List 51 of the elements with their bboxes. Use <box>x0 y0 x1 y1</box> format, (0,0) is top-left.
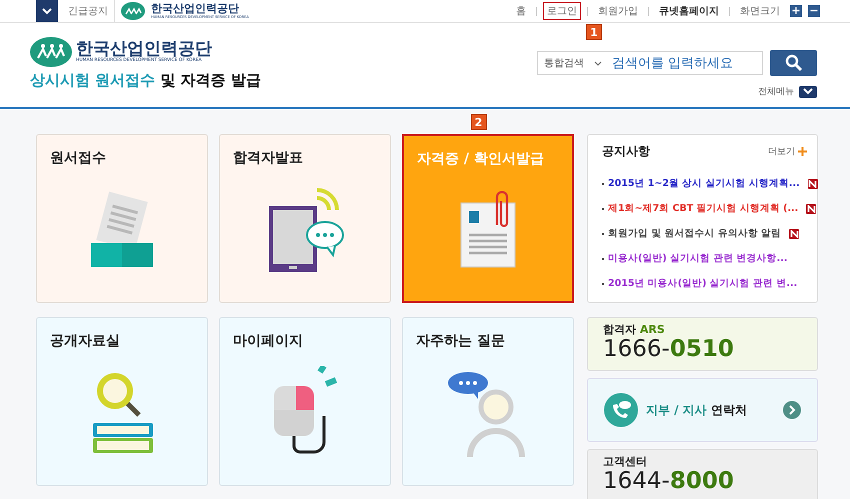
phone-number: 1666-0510 <box>603 337 735 362</box>
notice-link[interactable]: 2015년 미용사(일반) 실기시험 관련 변... <box>608 277 798 290</box>
top-link[interactable]: 로그인 <box>543 2 581 20</box>
menu-tile[interactable]: 마이페이지 <box>219 317 391 486</box>
notice-title: 공지사항 <box>602 143 650 160</box>
logo-icon <box>30 37 72 67</box>
tile-title: 마이페이지 <box>233 332 304 350</box>
tile-title: 공개자료실 <box>50 332 121 350</box>
customer-center-label: 고객센터 <box>603 454 648 469</box>
search-button[interactable] <box>770 50 817 76</box>
chevron-down-icon <box>42 8 52 14</box>
arrow-right-icon <box>783 401 801 419</box>
plus-icon <box>798 147 807 156</box>
notice-link[interactable]: 제1회~제7회 CBT 필기시험 시행계획 (... <box>608 202 798 215</box>
tile-title: 자격증 / 확인서발급 <box>417 150 545 168</box>
menu-tile[interactable]: 공개자료실 <box>36 317 208 486</box>
full-menu-label[interactable]: 전체메뉴 <box>758 85 794 98</box>
full-menu-button[interactable] <box>799 86 817 98</box>
phone-chat-icon <box>604 393 638 427</box>
branch-contact-label: 지부 / 지사 연락처 <box>646 402 748 418</box>
zoom-in-button[interactable]: + <box>790 5 802 17</box>
search-scope-dropdown[interactable]: 통합검색 <box>538 56 610 70</box>
phone-number: 1644-8000 <box>603 469 735 494</box>
chevron-down-icon <box>803 88 813 95</box>
menu-tile[interactable]: 합격자발표 <box>219 134 391 303</box>
notice-link[interactable]: 긴급공지 <box>68 4 108 18</box>
search-field[interactable]: 통합검색 검색어를 입력하세요 <box>537 51 763 75</box>
caret-icon <box>594 60 602 66</box>
branch-contact-panel[interactable]: 지부 / 지사 연락처 <box>587 378 818 442</box>
top-link[interactable]: 큐넷홈페이지 <box>655 2 723 20</box>
zoom-label: 화면크기 <box>739 5 781 19</box>
top-link[interactable]: 홈 <box>512 2 530 20</box>
tile-title: 원서접수 <box>50 149 107 167</box>
callout-badge: 1 <box>586 24 602 40</box>
logo-text: 한국산업인력공단 <box>151 2 240 15</box>
menu-tile[interactable]: 자주하는 질문 <box>402 317 574 486</box>
menu-tile[interactable]: 원서접수 <box>36 134 208 303</box>
page-title: 상시시험 원서접수 및 자격증 발급 <box>30 71 261 90</box>
ars-label: 합격자 ARS <box>603 322 666 337</box>
tile-title: 합격자발표 <box>233 149 304 167</box>
top-link[interactable]: 회원가입 <box>594 2 642 20</box>
dropdown-button[interactable] <box>36 0 58 22</box>
tile-title: 자주하는 질문 <box>416 332 506 350</box>
notice-link[interactable]: 미용사(일반) 실기시험 관련 변경사항... <box>608 252 788 265</box>
notice-link[interactable]: 2015년 1~2월 상시 실기시험 시행계획... <box>608 177 800 190</box>
callout-badge: 2 <box>470 114 486 130</box>
logo-text: 한국산업인력공단 <box>76 40 212 59</box>
notice-link[interactable]: 회원가입 및 원서접수시 유의사항 알림 <box>608 227 782 240</box>
zoom-out-button[interactable]: − <box>808 5 820 17</box>
more-link[interactable]: 더보기 <box>768 145 807 158</box>
search-icon <box>784 54 802 72</box>
